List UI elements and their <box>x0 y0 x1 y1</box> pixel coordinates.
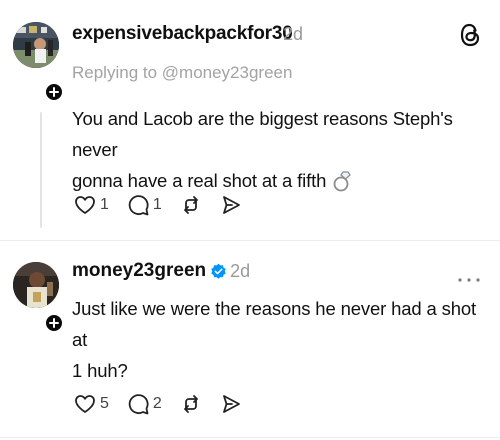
post-timestamp[interactable]: 2d <box>283 24 303 45</box>
post-body-line-2-text: gonna have a real shot at a fifth <box>72 170 327 191</box>
replying-to-label[interactable]: Replying to @money23green <box>72 63 292 83</box>
post-body-line-1: Just like we were the reasons he never h… <box>72 298 476 350</box>
threads-logo-icon[interactable] <box>458 22 482 53</box>
comment-icon <box>128 195 149 216</box>
post-header: money23green 2d <box>72 260 250 282</box>
heart-icon <box>75 395 95 413</box>
send-icon <box>222 196 240 214</box>
avatar-image <box>13 22 59 68</box>
comment-icon <box>128 394 149 415</box>
post-body: Just like we were the reasons he never h… <box>72 293 492 386</box>
thread-connector-line <box>40 112 42 228</box>
repost-button[interactable] <box>180 194 202 216</box>
post-reply-money23green: money23green 2d Just like we were the re… <box>0 240 500 440</box>
follow-plus-button[interactable] <box>44 82 64 102</box>
more-options-icon[interactable] <box>457 270 481 288</box>
like-button[interactable]: 1 <box>74 195 109 215</box>
post-actions: 1 1 <box>74 194 260 216</box>
reply-button[interactable]: 2 <box>127 393 162 415</box>
post-body: You and Lacob are the biggest reasons St… <box>72 103 492 196</box>
plus-icon <box>49 87 59 97</box>
post-body-line-2: 1 huh? <box>72 360 128 381</box>
like-button[interactable]: 5 <box>74 394 109 414</box>
repost-icon <box>183 395 198 413</box>
post-reply-expensivebackpackfor30: expensivebackpackfor30 2d Replying to @m… <box>0 0 500 240</box>
post-timestamp[interactable]: 2d <box>230 261 250 282</box>
post-body-line-1: You and Lacob are the biggest reasons St… <box>72 108 453 160</box>
share-button[interactable] <box>220 194 242 216</box>
ellipsis-icon <box>458 278 480 282</box>
repost-icon <box>183 196 198 214</box>
avatar-expensivebackpackfor30[interactable] <box>13 22 59 68</box>
reply-count: 1 <box>152 196 162 213</box>
threads-logo-svg <box>460 23 480 47</box>
bottom-divider <box>0 437 500 438</box>
send-icon <box>222 395 240 413</box>
repost-button[interactable] <box>180 393 202 415</box>
heart-icon <box>75 196 95 214</box>
like-count: 5 <box>100 395 109 412</box>
post-body-line-2: gonna have a real shot at a fifth <box>72 165 492 196</box>
follow-plus-button[interactable] <box>44 313 64 333</box>
plus-icon <box>49 318 59 328</box>
verified-badge-icon <box>211 263 226 279</box>
post-username[interactable]: expensivebackpackfor30 <box>72 23 293 45</box>
post-username[interactable]: money23green <box>72 260 206 282</box>
like-count: 1 <box>100 196 109 213</box>
reply-count: 2 <box>152 395 162 412</box>
avatar-image <box>13 262 59 308</box>
reply-button[interactable]: 1 <box>127 194 162 216</box>
share-button[interactable] <box>220 393 242 415</box>
post-actions: 5 2 <box>74 393 260 415</box>
avatar-money23green[interactable] <box>13 262 59 308</box>
ring-icon <box>333 170 351 191</box>
